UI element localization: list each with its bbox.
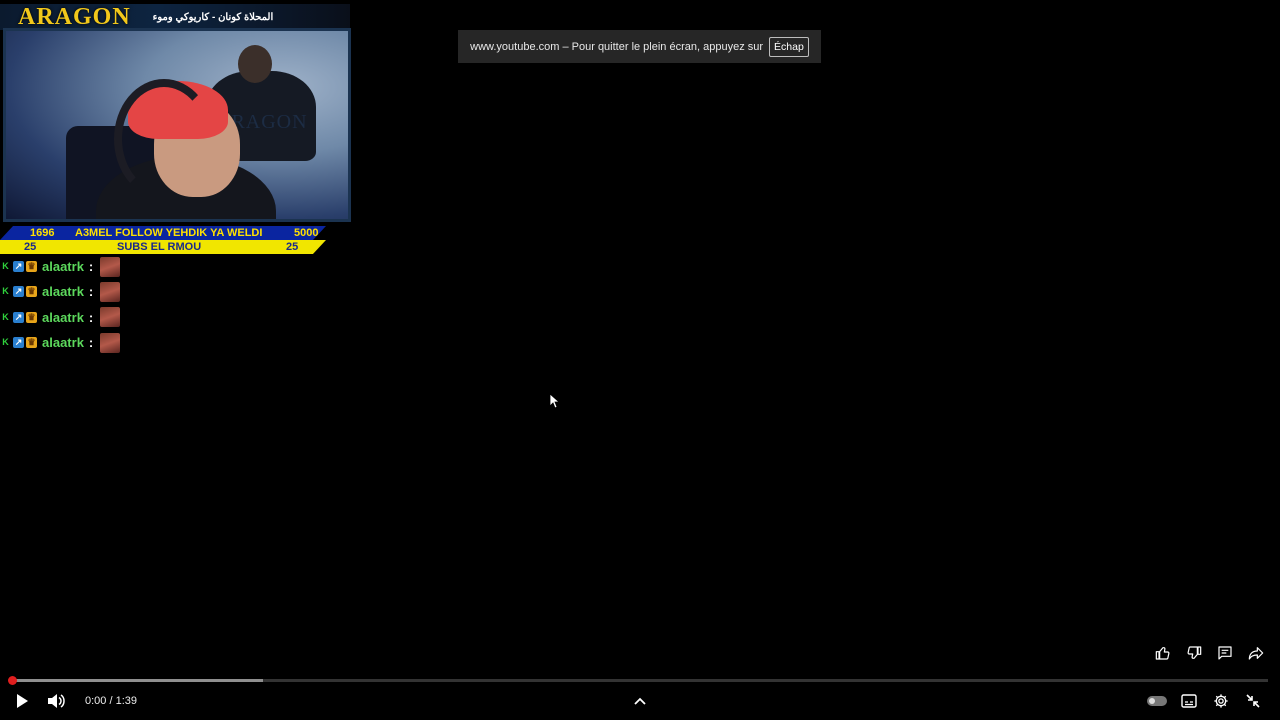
- subtitles-button[interactable]: [1179, 688, 1199, 714]
- time-display: 0:00 / 1:39: [85, 695, 137, 707]
- chat-message: K ↗ ♛ alaatrk :: [0, 305, 121, 330]
- chat-separator: :: [88, 335, 94, 351]
- expand-panel-button[interactable]: [630, 688, 650, 714]
- exit-fullscreen-icon: [1246, 694, 1260, 708]
- comment-icon: [1218, 646, 1232, 660]
- like-button[interactable]: [1153, 643, 1173, 663]
- emote-image: [100, 332, 121, 353]
- volume-icon: [48, 694, 65, 708]
- kick-badge-icon: K: [2, 337, 9, 348]
- player-controls: 0:00 / 1:39: [0, 688, 1280, 714]
- subtitles-icon: [1181, 694, 1197, 708]
- gear-icon: [1214, 694, 1228, 708]
- fullscreen-notice: www.youtube.com – Pour quitter le plein …: [458, 30, 821, 63]
- crown-badge-icon: ♛: [26, 261, 37, 273]
- chevron-up-icon: [634, 697, 646, 705]
- share-icon: [1248, 647, 1264, 660]
- mouse-cursor-icon: [549, 393, 559, 409]
- headset: [114, 79, 214, 199]
- stream-chat: K ↗ ♛ alaatrk : K ↗ ♛ alaatrk : K ↗ ♛ al…: [0, 254, 121, 355]
- escape-key-hint: Échap: [769, 36, 809, 57]
- chat-username: alaatrk: [42, 309, 84, 325]
- subs-count: 25: [24, 241, 37, 253]
- crown-badge-icon: ♛: [26, 337, 37, 349]
- kick-badge-icon: K: [2, 311, 9, 322]
- subs-goal-bar: 25 SUBS EL RMOU 25: [0, 240, 326, 254]
- crown-badge-icon: ♛: [26, 286, 37, 298]
- subs-message: SUBS EL RMOU: [117, 241, 202, 253]
- progress-scrubber[interactable]: [8, 676, 17, 685]
- prime-badge-icon: ↗: [13, 286, 24, 298]
- chat-message: K ↗ ♛ alaatrk :: [0, 279, 121, 304]
- chat-username: alaatrk: [42, 284, 84, 300]
- chat-username: alaatrk: [42, 335, 84, 351]
- volume-button[interactable]: [44, 688, 68, 714]
- chat-message: K ↗ ♛ alaatrk :: [0, 330, 121, 355]
- follow-count: 1696: [30, 227, 55, 239]
- webcam-feed: ARAGON: [3, 28, 351, 222]
- video-actions: [1153, 643, 1266, 663]
- follow-goal: 5000: [294, 227, 319, 239]
- share-button[interactable]: [1246, 643, 1266, 663]
- prime-badge-icon: ↗: [13, 311, 24, 323]
- prime-badge-icon: ↗: [13, 261, 24, 273]
- comments-button[interactable]: [1215, 643, 1235, 663]
- thumbs-up-icon: [1155, 647, 1170, 660]
- autoplay-toggle[interactable]: [1147, 688, 1167, 714]
- dislike-button[interactable]: [1184, 643, 1204, 663]
- subs-goal: 25: [286, 241, 299, 253]
- chat-username: alaatrk: [42, 259, 84, 275]
- chat-message: K ↗ ♛ alaatrk :: [0, 254, 121, 279]
- exit-fullscreen-button[interactable]: [1243, 688, 1263, 714]
- crown-badge-icon: ♛: [26, 311, 37, 323]
- fullscreen-notice-text: www.youtube.com – Pour quitter le plein …: [470, 40, 764, 53]
- aragon-logo: ARAGON: [18, 3, 131, 30]
- chat-separator: :: [88, 259, 94, 275]
- play-icon: [17, 694, 28, 708]
- emote-image: [100, 256, 121, 277]
- follow-goal-bar: 1696 A3MEL FOLLOW YEHDIK YA WELDI 5000: [0, 226, 326, 240]
- stream-ticker: المحلاة كونان - كاريوكي وموء: [152, 11, 274, 23]
- thumbs-down-icon: [1187, 646, 1202, 659]
- kick-badge-icon: K: [2, 286, 9, 297]
- emote-image: [100, 281, 121, 302]
- poster-head: [238, 45, 272, 83]
- autoplay-toggle-switch: [1147, 696, 1167, 706]
- settings-button[interactable]: [1211, 688, 1231, 714]
- kick-badge-icon: K: [2, 261, 9, 272]
- progress-bar[interactable]: [12, 679, 1268, 682]
- chat-separator: :: [88, 309, 94, 325]
- chat-separator: :: [88, 284, 94, 300]
- follow-message: A3MEL FOLLOW YEHDIK YA WELDI: [75, 227, 263, 239]
- emote-image: [100, 307, 121, 328]
- stream-brand-bar: ARAGON المحلاة كونان - كاريوكي وموء: [0, 4, 350, 30]
- play-button[interactable]: [10, 688, 34, 714]
- prime-badge-icon: ↗: [13, 337, 24, 349]
- progress-buffer: [12, 679, 264, 682]
